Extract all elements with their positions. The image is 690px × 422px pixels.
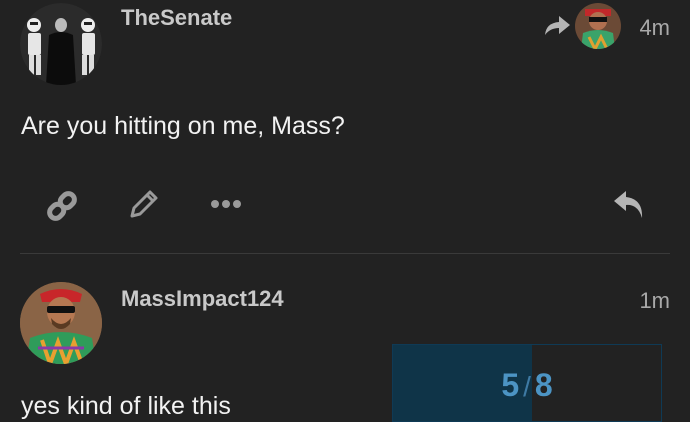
- link-icon: [47, 191, 77, 221]
- progress-total: 8: [534, 367, 553, 403]
- reply-to-indicator[interactable]: [543, 13, 571, 42]
- reply-to-avatar[interactable]: [575, 3, 621, 49]
- progress-label: 5/8: [393, 367, 661, 404]
- edit-button[interactable]: [126, 186, 162, 227]
- link-button[interactable]: [44, 188, 80, 229]
- post-body: yes kind of like this: [21, 392, 231, 420]
- avatar-massimpact124[interactable]: [20, 282, 102, 364]
- avatar-thesenate[interactable]: [20, 3, 102, 85]
- more-icon: [211, 200, 241, 208]
- reply-button[interactable]: [612, 188, 648, 225]
- username[interactable]: MassImpact124: [121, 286, 284, 312]
- pencil-icon: [130, 190, 158, 218]
- timeline-progress[interactable]: 5/8: [392, 344, 662, 422]
- progress-current: 5: [501, 367, 520, 403]
- more-button[interactable]: [210, 196, 244, 217]
- share-arrow-icon: [545, 16, 570, 35]
- post-body: Are you hitting on me, Mass?: [21, 112, 345, 140]
- post-time[interactable]: 1m: [622, 288, 670, 314]
- post-thesenate: TheSenate 4m Are you hitting on me, Mass…: [0, 0, 690, 254]
- post-time[interactable]: 4m: [622, 15, 670, 41]
- username[interactable]: TheSenate: [121, 5, 232, 31]
- progress-separator: /: [523, 371, 531, 402]
- reply-icon: [614, 191, 643, 218]
